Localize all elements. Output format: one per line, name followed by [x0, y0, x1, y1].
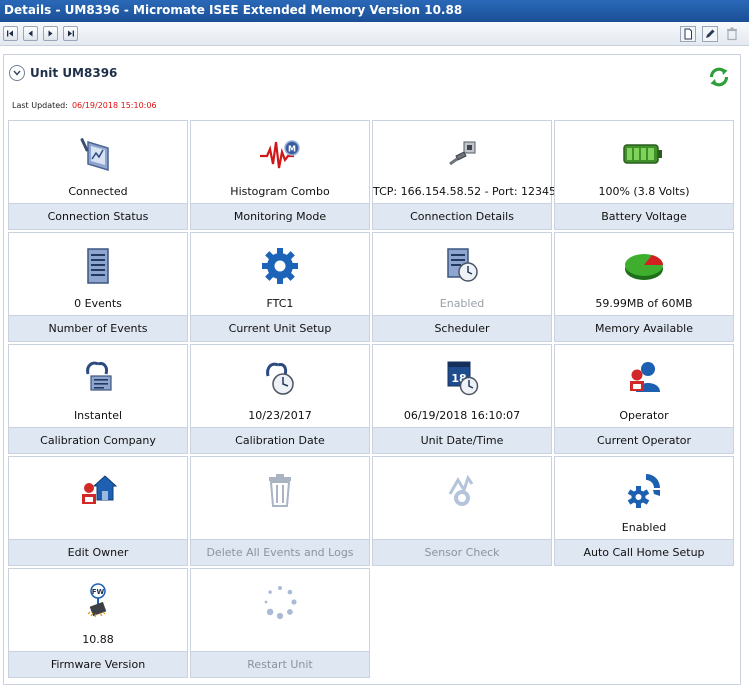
tile-auto-call-home-setup[interactable]: Enabled Auto Call Home Setup	[554, 456, 734, 566]
tile-memory-available[interactable]: 59.99MB of 60MB Memory Available	[554, 232, 734, 342]
tile-label: Number of Events	[9, 315, 187, 341]
tile-calibration-date[interactable]: 10/23/2017 Calibration Date	[190, 344, 370, 454]
tile-number-of-events[interactable]: 0 Events Number of Events	[8, 232, 188, 342]
collapse-toggle-button[interactable]	[9, 65, 25, 81]
tile-value: 06/19/2018 16:10:07	[403, 409, 521, 422]
tile-value: FTC1	[266, 297, 294, 310]
tile-label: Calibration Company	[9, 427, 187, 453]
tile-delete-all-events-and-logs[interactable]: Delete All Events and Logs	[190, 456, 370, 566]
network-plug-icon	[449, 141, 476, 166]
loading-spinner-icon	[264, 586, 297, 620]
tile-value: TCP: 166.154.58.52 - Port: 12345	[373, 185, 557, 198]
tile-label: Calibration Date	[191, 427, 369, 453]
unit-details-panel: Unit UM8396 Last Updated: 06/19/2018 15:1…	[3, 54, 741, 685]
tile-scheduler[interactable]: Enabled Scheduler	[372, 232, 552, 342]
first-record-button[interactable]	[3, 26, 18, 41]
tile-label: Scheduler	[373, 315, 551, 341]
skip-last-icon	[68, 30, 74, 37]
chevron-down-icon	[13, 70, 21, 76]
phone-gear-icon	[627, 474, 660, 508]
tile-label: Connection Status	[9, 203, 187, 229]
last-record-button[interactable]	[63, 26, 78, 41]
navigation-toolbar	[0, 22, 749, 46]
connection-status-icon	[80, 138, 109, 172]
tile-value: 10/23/2017	[248, 409, 312, 422]
window-title: Details - UM8396 - Micromate ISEE Extend…	[4, 3, 463, 17]
tile-calibration-company[interactable]: Instantel Calibration Company	[8, 344, 188, 454]
next-icon	[48, 30, 53, 37]
tile-label: Delete All Events and Logs	[191, 539, 369, 565]
svg-text:FW: FW	[92, 588, 105, 596]
operator-user-icon	[630, 362, 660, 392]
tile-label: Current Unit Setup	[191, 315, 369, 341]
new-document-icon	[680, 26, 696, 42]
previous-icon	[28, 30, 33, 37]
tile-edit-owner[interactable]: Edit Owner	[8, 456, 188, 566]
tile-value: 10.88	[82, 633, 114, 646]
last-updated: Last Updated: 06/19/2018 15:10:06	[12, 101, 157, 110]
calibration-date-clock-icon	[266, 362, 294, 395]
next-record-button[interactable]	[43, 26, 58, 41]
tile-label: Firmware Version	[9, 651, 187, 677]
window-title-bar: Details - UM8396 - Micromate ISEE Extend…	[0, 0, 749, 22]
tile-label: Sensor Check	[373, 539, 551, 565]
tile-battery-voltage[interactable]: 100% (3.8 Volts) Battery Voltage	[554, 120, 734, 230]
document-list-icon	[87, 248, 109, 284]
sensor-check-icon	[448, 474, 474, 506]
tile-connection-details[interactable]: TCP: 166.154.58.52 - Port: 12345 Connect…	[372, 120, 557, 230]
tile-label: Auto Call Home Setup	[555, 539, 733, 565]
tile-monitoring-mode[interactable]: M Histogram Combo Monitoring Mode	[190, 120, 370, 230]
tile-current-operator[interactable]: Operator Current Operator	[554, 344, 734, 454]
tile-value: 100% (3.8 Volts)	[598, 185, 690, 198]
owner-house-icon	[82, 475, 118, 504]
tile-value: Enabled	[439, 297, 485, 310]
previous-record-button[interactable]	[23, 26, 38, 41]
tile-label: Memory Available	[555, 315, 733, 341]
tile-firmware-version[interactable]: FW 10.88 Firmware Version	[8, 568, 188, 678]
delete-button[interactable]	[724, 26, 740, 42]
tile-current-unit-setup[interactable]: FTC1 Current Unit Setup	[190, 232, 370, 342]
pencil-icon	[702, 26, 718, 42]
pie-chart-icon	[625, 254, 664, 280]
tile-value: Connected	[68, 185, 128, 198]
refresh-icon	[709, 67, 729, 87]
trash-icon	[727, 27, 737, 41]
tile-label: Battery Voltage	[555, 203, 733, 229]
tile-label: Restart Unit	[191, 651, 369, 677]
tile-label: Monitoring Mode	[191, 203, 369, 229]
trash-can-icon	[269, 474, 291, 507]
tile-value: 0 Events	[74, 297, 122, 310]
tile-value: Operator	[619, 409, 669, 422]
monitoring-waveform-icon: M	[260, 140, 300, 169]
tile-value: Instantel	[73, 409, 123, 422]
tile-restart-unit[interactable]: Restart Unit	[190, 568, 370, 678]
tile-value: Enabled	[621, 521, 667, 534]
tile-label: Connection Details	[373, 203, 551, 229]
battery-icon	[623, 144, 662, 164]
last-updated-label: Last Updated:	[12, 101, 68, 110]
tile-connection-status[interactable]: Connected Connection Status	[8, 120, 188, 230]
tile-value: Histogram Combo	[230, 185, 330, 198]
tile-sensor-check[interactable]: Sensor Check	[372, 456, 552, 566]
edit-button[interactable]	[702, 26, 718, 42]
tile-label: Current Operator	[555, 427, 733, 453]
tile-value: 59.99MB of 60MB	[595, 297, 693, 310]
calendar-clock-icon: 18	[447, 361, 479, 396]
svg-text:M: M	[288, 145, 296, 154]
calibration-clamp-icon	[86, 361, 112, 391]
tile-unit-date-time[interactable]: 18 06/19/2018 16:10:07 Unit Date/Time	[372, 344, 552, 454]
tile-label: Edit Owner	[9, 539, 187, 565]
new-document-button[interactable]	[680, 26, 696, 42]
schedule-clock-icon	[447, 248, 478, 282]
firmware-chip-icon: FW	[87, 583, 107, 618]
gear-icon	[262, 248, 298, 284]
last-updated-timestamp: 06/19/2018 15:10:06	[71, 101, 157, 110]
skip-first-icon	[7, 30, 13, 37]
unit-title: Unit UM8396	[30, 66, 118, 80]
tile-label: Unit Date/Time	[373, 427, 551, 453]
refresh-button[interactable]	[708, 66, 730, 92]
